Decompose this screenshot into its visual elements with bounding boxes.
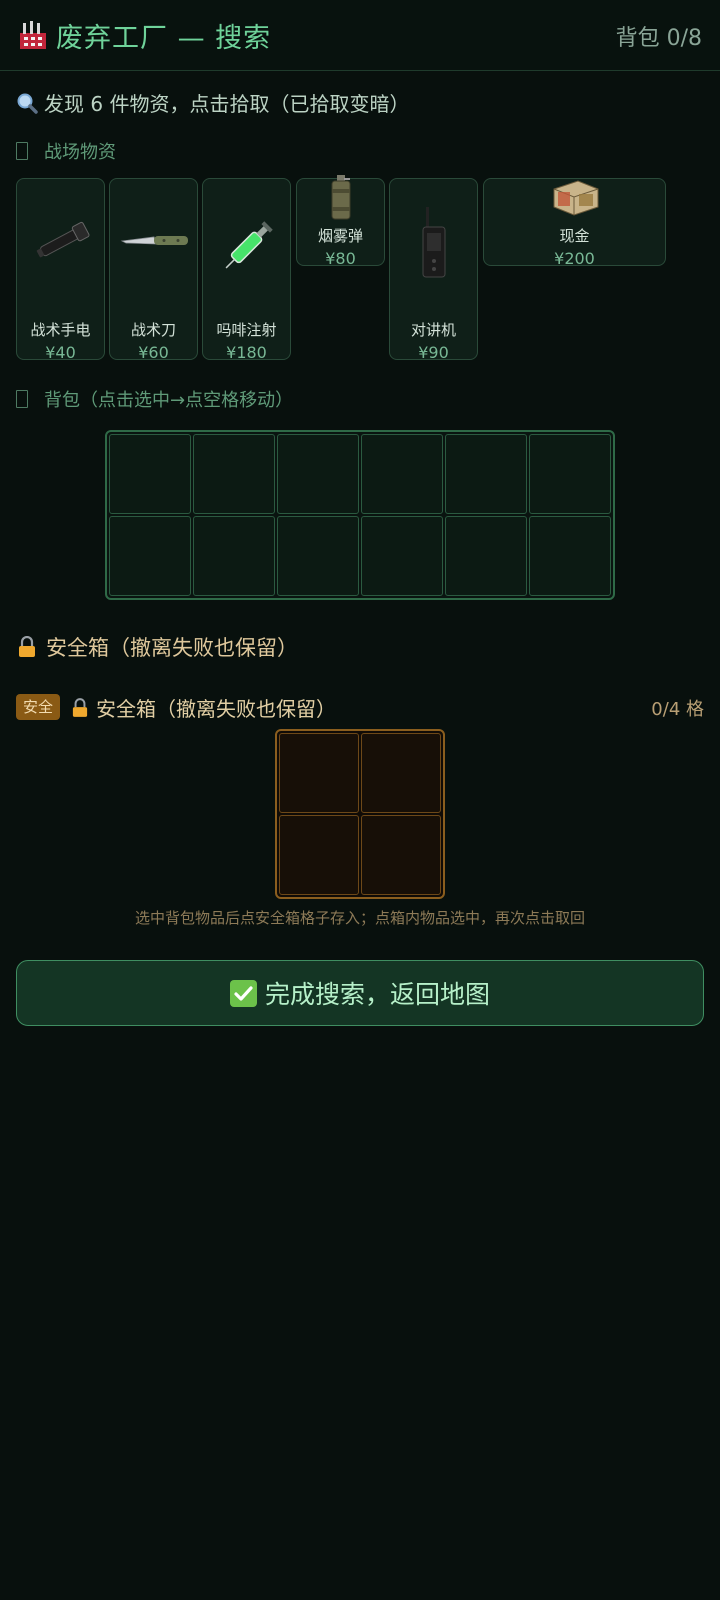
loot-card-cash[interactable]: 现金 ¥200 [483, 178, 666, 268]
safe-subtitle-text: 安全箱（撤离失败也保留） [96, 697, 336, 721]
backpack-slot[interactable] [109, 434, 191, 514]
finish-search-button[interactable]: 完成搜索，返回地图 [16, 960, 704, 1026]
backpack-label-text: 背包（点击选中→点空格移动） [44, 390, 294, 411]
loot-name: 战术手电 [30, 321, 91, 339]
backpack-slot[interactable] [277, 516, 359, 596]
safe-slot[interactable] [361, 815, 441, 895]
header-bar: 废弃工厂 — 搜索 背包 0/8 [0, 0, 720, 71]
missing-glyph-icon [16, 142, 28, 160]
backpack-slot[interactable] [361, 516, 443, 596]
safe-grid [275, 729, 445, 899]
backpack-slot[interactable] [361, 434, 443, 514]
backpack-slot[interactable] [193, 516, 275, 596]
safe-slot[interactable] [361, 733, 441, 813]
loot-card-flashlight[interactable]: 战术手电 ¥40 [16, 178, 105, 362]
syringe-icon [225, 221, 273, 269]
loot-price: ¥80 [325, 249, 356, 268]
loot-card-walkie-talkie[interactable]: 对讲机 ¥90 [389, 178, 478, 362]
found-summary: 发现 6 件物资，点击拾取（已拾取变暗） [16, 88, 409, 117]
loot-price: ¥200 [554, 249, 595, 268]
battlefield-label-text: 战场物资 [44, 142, 116, 163]
backpack-grid [105, 430, 615, 600]
safe-hint: 选中背包物品后点安全箱格子存入；点箱内物品选中，再次点击取回 [134, 909, 585, 927]
safe-section-title: 安全箱（撤离失败也保留） [18, 632, 298, 662]
backpack-counter: 背包 0/8 [615, 26, 702, 51]
loot-name: 烟雾弹 [317, 227, 363, 245]
loot-card-knife[interactable]: 战术刀 ¥60 [109, 178, 198, 362]
backpack-slot[interactable] [445, 516, 527, 596]
magnifier-icon [17, 93, 38, 114]
battlefield-section-label: 战场物资 [16, 138, 116, 164]
loot-name: 现金 [559, 227, 590, 245]
loot-price: ¥90 [418, 343, 449, 362]
flashlight-icon [36, 221, 90, 258]
safe-header-row: 安全 安全箱（撤离失败也保留） 0/4 格 [16, 692, 704, 722]
loot-name: 吗啡注射 [216, 321, 277, 339]
loot-price: ¥60 [138, 343, 169, 362]
finish-search-label: 完成搜索，返回地图 [264, 980, 490, 1009]
check-icon [229, 979, 257, 1007]
walkie-talkie-icon [422, 207, 446, 278]
page-title: 废弃工厂 — 搜索 [56, 23, 272, 54]
loot-card-smoke-grenade[interactable]: 烟雾弹 ¥80 [296, 175, 385, 268]
found-text: 发现 6 件物资，点击拾取（已拾取变暗） [44, 92, 410, 116]
loot-price: ¥180 [226, 343, 267, 362]
backpack-slot[interactable] [529, 434, 611, 514]
cash-icon [553, 180, 599, 216]
loot-card-syringe[interactable]: 吗啡注射 ¥180 [202, 178, 291, 362]
safe-subtitle: 安全箱（撤离失败也保留） [72, 693, 336, 722]
safe-title-text: 安全箱（撤离失败也保留） [46, 636, 298, 660]
missing-glyph-icon [16, 390, 28, 408]
safe-slot[interactable] [279, 733, 359, 813]
backpack-slot[interactable] [193, 434, 275, 514]
backpack-slot[interactable] [445, 434, 527, 514]
backpack-slot[interactable] [109, 516, 191, 596]
backpack-section-label: 背包（点击选中→点空格移动） [16, 386, 293, 412]
safe-capacity: 0/4 格 [651, 699, 704, 720]
backpack-slot[interactable] [277, 434, 359, 514]
knife-icon [120, 236, 188, 245]
lock-icon [19, 636, 35, 657]
safe-slot[interactable] [279, 815, 359, 895]
factory-icon [20, 21, 46, 49]
backpack-slot[interactable] [529, 516, 611, 596]
loot-name: 对讲机 [410, 321, 456, 339]
loot-name: 战术刀 [130, 321, 176, 339]
loot-price: ¥40 [45, 343, 76, 362]
safe-badge: 安全 [16, 694, 61, 720]
lock-icon [72, 697, 88, 717]
smoke-grenade-icon [331, 175, 351, 220]
